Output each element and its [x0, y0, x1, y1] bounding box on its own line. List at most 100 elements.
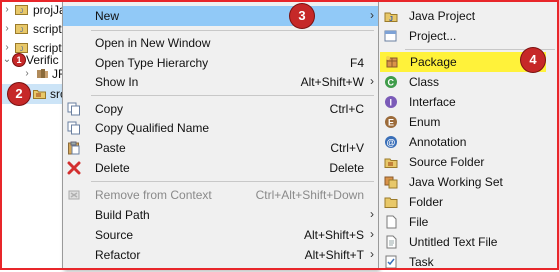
submenu-item-untitled-text-file[interactable]: Untitled Text File	[379, 232, 559, 252]
task-icon	[385, 255, 397, 269]
chevron-right-icon: ›	[370, 247, 374, 261]
menu-item-new[interactable]: New ›	[63, 6, 378, 26]
context-menu: New › 3 Open in New Window Open Type Hie…	[62, 0, 378, 270]
delete-icon	[67, 161, 81, 175]
chevron-right-icon: ›	[370, 227, 374, 241]
package-icon	[386, 56, 398, 68]
menu-item-label: Delete	[95, 161, 130, 175]
menu-item-refactor[interactable]: Refactor Alt+Shift+T ›	[63, 245, 378, 265]
menu-item-open-type-hierarchy[interactable]: Open Type Hierarchy F4	[63, 53, 378, 73]
menu-item-label: Copy Qualified Name	[95, 121, 210, 135]
tree-row-project[interactable]: › J projJa	[0, 0, 70, 20]
menu-item-open-in-new-window[interactable]: Open in New Window	[63, 33, 378, 53]
chevron-right-icon[interactable]: ›	[22, 64, 32, 84]
text-file-icon	[386, 235, 397, 249]
paste-icon	[68, 141, 80, 155]
menu-item-show-in[interactable]: Show In Alt+Shift+W ›	[63, 72, 378, 92]
submenu-item-java-project[interactable]: J Java Project	[379, 6, 559, 26]
chevron-right-icon[interactable]: ›	[2, 0, 12, 20]
interface-icon: I	[385, 96, 397, 108]
file-icon	[386, 215, 397, 229]
working-set-icon	[384, 176, 398, 189]
submenu-item-label: File	[409, 215, 429, 229]
submenu-item-label: Class	[409, 75, 440, 89]
submenu-item-label: Annotation	[409, 135, 467, 149]
menu-item-label: Open in New Window	[95, 36, 211, 50]
menu-item-build-path[interactable]: Build Path ›	[63, 205, 378, 225]
package-folder-icon	[33, 90, 46, 99]
library-icon	[37, 69, 48, 78]
menu-separator	[91, 30, 374, 31]
menu-item-delete[interactable]: Delete Delete	[63, 158, 378, 178]
step-badge-3: 3	[290, 4, 314, 28]
project-explorer-tree: › J projJa › J script › J script ⌄ 1 Ver…	[0, 0, 70, 270]
submenu-item-label: Folder	[409, 195, 444, 209]
menu-item-copy[interactable]: Copy Ctrl+C	[63, 99, 378, 119]
java-project-icon: J	[15, 5, 28, 15]
menu-item-label: Refactor	[95, 248, 141, 262]
menu-item-label: New	[95, 9, 120, 23]
chevron-right-icon: ›	[370, 74, 374, 88]
svg-text:@: @	[387, 138, 396, 148]
new-submenu: J Java Project Project... Package 4 C Cl…	[378, 0, 559, 270]
svg-text:J: J	[389, 16, 393, 23]
step-badge-4: 4	[521, 48, 545, 72]
menu-item-remove-from-context[interactable]: Remove from Context Ctrl+Alt+Shift+Down	[63, 185, 378, 205]
menu-item-source[interactable]: Source Alt+Shift+S ›	[63, 225, 378, 245]
svg-text:E: E	[388, 118, 394, 128]
step-badge-2: 2	[8, 83, 30, 105]
submenu-item-annotation[interactable]: @ Annotation	[379, 132, 559, 152]
submenu-item-source-folder[interactable]: Source Folder	[379, 152, 559, 172]
source-folder-icon	[384, 158, 398, 168]
shortcut-label: Alt+Shift+S	[303, 228, 364, 242]
annotation-icon: @	[385, 136, 397, 148]
menu-item-copy-qualified-name[interactable]: Copy Qualified Name	[63, 118, 378, 138]
menu-item-label: Show In	[95, 75, 139, 89]
tree-row-label: script	[33, 22, 62, 36]
menu-item-label: Build Path	[95, 208, 150, 222]
menu-item-label: Paste	[95, 141, 126, 155]
submenu-item-folder[interactable]: Folder	[379, 192, 559, 212]
submenu-item-label: Untitled Text File	[409, 235, 498, 249]
submenu-item-label: Java Project	[409, 9, 476, 23]
submenu-item-interface[interactable]: I Interface	[379, 92, 559, 112]
submenu-item-label: Enum	[409, 115, 441, 129]
submenu-item-java-working-set[interactable]: Java Working Set	[379, 172, 559, 192]
shortcut-label: Ctrl+Alt+Shift+Down	[255, 188, 364, 202]
shortcut-label: Ctrl+V	[330, 141, 364, 155]
submenu-item-label: Java Working Set	[409, 175, 503, 189]
tree-row-label: projJa	[33, 3, 66, 17]
chevron-right-icon[interactable]: ›	[2, 19, 12, 39]
menu-item-label: Open Type Hierarchy	[95, 56, 209, 70]
shortcut-label: F4	[349, 56, 364, 70]
submenu-item-class[interactable]: C Class	[379, 72, 559, 92]
chevron-right-icon: ›	[370, 207, 374, 221]
svg-text:J: J	[20, 28, 23, 34]
submenu-item-label: Project...	[409, 29, 457, 43]
menu-item-label: Remove from Context	[95, 188, 212, 202]
folder-icon	[384, 197, 398, 208]
shortcut-label: Alt+Shift+T	[304, 248, 364, 262]
submenu-item-enum[interactable]: E Enum	[379, 112, 559, 132]
menu-separator	[91, 181, 374, 182]
tree-row-jre[interactable]: › JR	[0, 64, 70, 84]
tree-row-src[interactable]: 2 src	[0, 83, 70, 105]
submenu-item-task[interactable]: Task	[379, 252, 559, 272]
menu-item-label: Source	[95, 228, 134, 242]
submenu-item-label: Package	[410, 55, 457, 69]
submenu-item-project[interactable]: Project...	[379, 26, 559, 46]
submenu-item-label: Interface	[409, 95, 456, 109]
tree-row-script-1[interactable]: › J script	[0, 19, 70, 39]
shortcut-label: Alt+Shift+W	[300, 75, 364, 89]
submenu-item-file[interactable]: File	[379, 212, 559, 232]
java-project-icon: J	[15, 24, 28, 34]
remove-context-icon	[68, 190, 80, 200]
menu-item-paste[interactable]: Paste Ctrl+V	[63, 138, 378, 158]
submenu-item-label: Task	[409, 255, 434, 269]
copy-qualified-icon	[67, 121, 80, 135]
svg-text:I: I	[390, 98, 393, 108]
chevron-right-icon: ›	[370, 8, 374, 22]
java-project-icon: J	[384, 12, 398, 23]
submenu-item-label: Source Folder	[409, 155, 485, 169]
svg-text:J: J	[20, 9, 23, 15]
